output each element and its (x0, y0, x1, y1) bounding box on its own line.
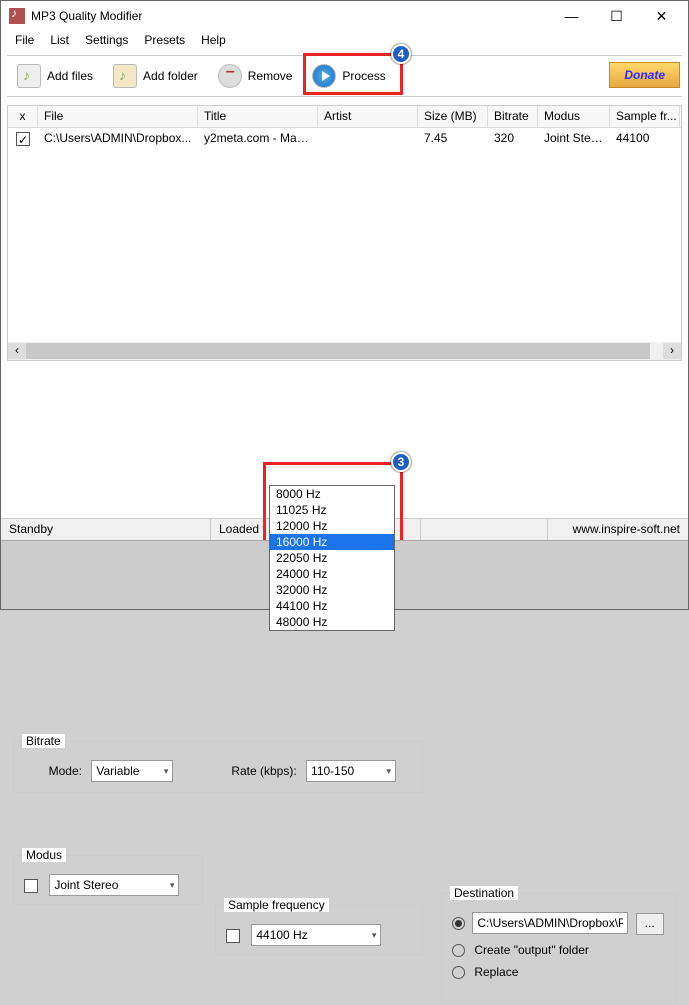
destination-replace-label: Replace (474, 965, 518, 979)
chevron-down-icon: ▾ (387, 766, 392, 777)
sample-option[interactable]: 12000 Hz (270, 518, 394, 534)
cell-artist (318, 128, 418, 150)
main-surface: MP3 Quality Modifier — ☐ ✕ File List Set… (1, 1, 688, 540)
modus-value: Joint Stereo (54, 878, 118, 892)
destination-path-input[interactable] (472, 912, 628, 934)
rate-value: 110-150 (311, 764, 354, 778)
add-files-button[interactable]: Add files (7, 57, 103, 95)
cell-modus: Joint Stereo (538, 128, 610, 150)
toolbar: Add files Add folder Remove Process Dona… (7, 55, 682, 97)
sample-option[interactable]: 44100 Hz (270, 598, 394, 614)
destination-output-label: Create "output" folder (474, 943, 589, 957)
col-title[interactable]: Title (198, 106, 318, 127)
horizontal-scrollbar[interactable]: ‹ › (8, 342, 681, 360)
browse-button[interactable]: ... (636, 913, 664, 935)
row-checkbox[interactable]: ✓ (16, 132, 30, 146)
col-modus[interactable]: Modus (538, 106, 610, 127)
minimize-button[interactable]: — (549, 2, 594, 30)
cell-sample: 44100 (610, 128, 680, 150)
bitrate-group: Bitrate Mode: Variable▾ Rate (kbps): 110… (13, 741, 423, 793)
col-file[interactable]: File (38, 106, 198, 127)
app-icon (9, 8, 25, 24)
sample-option[interactable]: 22050 Hz (270, 550, 394, 566)
window-title: MP3 Quality Modifier (31, 9, 549, 23)
file-grid: x File Title Artist Size (MB) Bitrate Mo… (7, 105, 682, 361)
sample-option[interactable]: 11025 Hz (270, 502, 394, 518)
destination-output-radio[interactable] (452, 944, 465, 957)
cell-file: C:\Users\ADMIN\Dropbox... (38, 128, 198, 150)
cell-bitrate: 320 (488, 128, 538, 150)
status-spacer (421, 519, 548, 540)
col-sample[interactable]: Sample fr... (610, 106, 680, 127)
rate-select[interactable]: 110-150 ▾ (306, 760, 396, 782)
menu-settings[interactable]: Settings (77, 31, 136, 51)
sample-dropdown[interactable]: 8000 Hz11025 Hz12000 Hz16000 Hz22050 Hz2… (269, 485, 395, 631)
scroll-right-icon[interactable]: › (663, 343, 681, 359)
scroll-left-icon[interactable]: ‹ (8, 343, 26, 359)
sample-checkbox[interactable] (226, 929, 240, 943)
rate-label: Rate (kbps): (207, 764, 297, 778)
modus-checkbox[interactable] (24, 879, 38, 893)
cell-size: 7.45 (418, 128, 488, 150)
add-files-label: Add files (47, 69, 93, 83)
menu-file[interactable]: File (7, 31, 42, 51)
cell-title: y2meta.com - Maroo... (198, 128, 318, 150)
menu-presets[interactable]: Presets (136, 31, 193, 51)
remove-button[interactable]: Remove (208, 57, 303, 95)
col-check[interactable]: x (8, 106, 38, 127)
process-icon (312, 64, 336, 88)
scroll-thumb[interactable] (26, 343, 650, 359)
process-label: Process (342, 69, 385, 83)
chevron-down-icon: ▾ (170, 880, 175, 891)
menubar: File List Settings Presets Help (1, 31, 688, 51)
chevron-down-icon: ▾ (372, 930, 377, 941)
sample-value: 44100 Hz (256, 928, 307, 942)
donate-button[interactable]: Donate (609, 62, 680, 88)
close-button[interactable]: ✕ (639, 2, 684, 30)
process-button[interactable]: Process (302, 57, 395, 95)
destination-replace-radio[interactable] (452, 966, 465, 979)
modus-select[interactable]: Joint Stereo ▾ (49, 874, 179, 896)
sample-option[interactable]: 8000 Hz (270, 486, 394, 502)
col-size[interactable]: Size (MB) (418, 106, 488, 127)
add-files-icon (17, 64, 41, 88)
add-folder-label: Add folder (143, 69, 198, 83)
sample-option[interactable]: 16000 Hz (270, 534, 394, 550)
menu-list[interactable]: List (42, 31, 77, 51)
grid-header: x File Title Artist Size (MB) Bitrate Mo… (8, 106, 681, 128)
bitrate-legend: Bitrate (22, 734, 65, 748)
annotation-badge-3: 3 (391, 452, 411, 472)
sample-frequency-group: Sample frequency 44100 Hz▾ (215, 905, 423, 955)
status-url[interactable]: www.inspire-soft.net (548, 519, 688, 540)
col-bitrate[interactable]: Bitrate (488, 106, 538, 127)
add-folder-button[interactable]: Add folder (103, 57, 208, 95)
destination-path-radio[interactable] (452, 917, 465, 930)
sample-option[interactable]: 32000 Hz (270, 582, 394, 598)
sample-legend: Sample frequency (224, 898, 329, 912)
destination-legend: Destination (450, 886, 518, 900)
modus-group: Modus Joint Stereo▾ (13, 855, 203, 905)
maximize-button[interactable]: ☐ (594, 2, 639, 30)
col-artist[interactable]: Artist (318, 106, 418, 127)
grid-row[interactable]: ✓ C:\Users\ADMIN\Dropbox... y2meta.com -… (8, 128, 681, 150)
mode-label: Mode: (24, 764, 82, 778)
destination-group: Destination ... Create "output" folder R… (441, 893, 677, 1005)
remove-label: Remove (248, 69, 293, 83)
chevron-down-icon: ▾ (164, 766, 169, 777)
titlebar: MP3 Quality Modifier — ☐ ✕ (1, 1, 688, 31)
annotation-badge-4: 4 (391, 44, 411, 64)
sample-option[interactable]: 24000 Hz (270, 566, 394, 582)
status-left: Standby (1, 519, 211, 540)
mode-value: Variable (96, 764, 139, 778)
remove-icon (218, 64, 242, 88)
mode-select[interactable]: Variable ▾ (91, 760, 173, 782)
menu-help[interactable]: Help (193, 31, 234, 51)
sample-option[interactable]: 48000 Hz (270, 614, 394, 630)
app-window: MP3 Quality Modifier — ☐ ✕ File List Set… (0, 0, 689, 610)
modus-legend: Modus (22, 848, 66, 862)
add-folder-icon (113, 64, 137, 88)
sample-select[interactable]: 44100 Hz ▾ (251, 924, 381, 946)
